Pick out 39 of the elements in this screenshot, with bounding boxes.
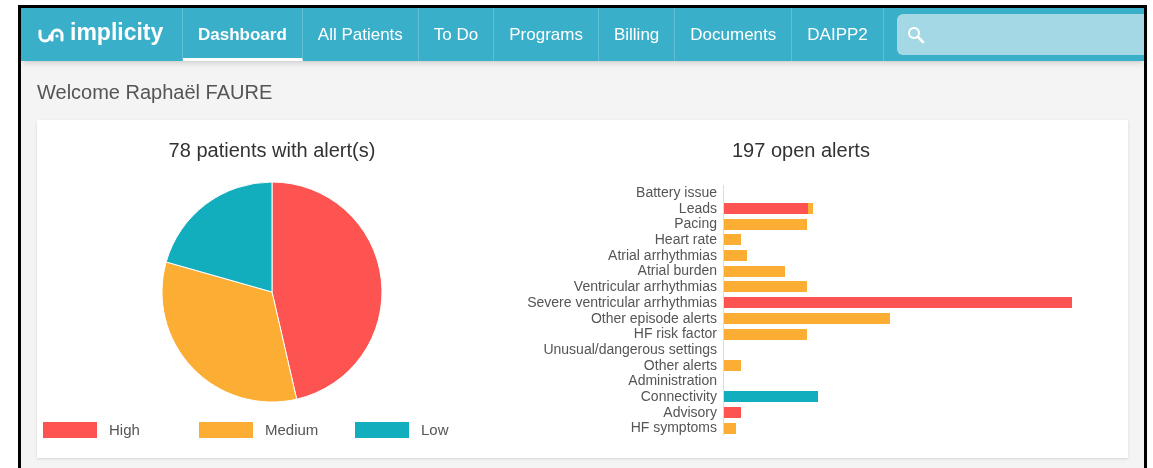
nav-tab[interactable]: Billing: [598, 8, 676, 61]
category-label: Severe ventricular arrhythmias: [527, 294, 717, 311]
nav-tab[interactable]: DAIPP2: [792, 8, 884, 61]
bar: [724, 250, 747, 262]
category-label: Administration: [628, 373, 717, 389]
category-label: Battery issue: [636, 185, 717, 201]
logo-text: implicity: [70, 21, 164, 47]
category-label: Heart rate: [654, 232, 717, 248]
legend-label: Low: [421, 420, 450, 440]
category-label: Pacing: [674, 216, 717, 233]
bar: [724, 234, 741, 246]
category-label: Connectivity: [640, 388, 717, 405]
bar: [724, 422, 736, 434]
nav-tab[interactable]: To Do: [418, 8, 495, 61]
bar: [724, 265, 785, 277]
category-label: HF symptoms: [630, 420, 717, 436]
search-icon: [906, 25, 925, 44]
nav-tab[interactable]: All Patients: [302, 8, 419, 61]
chart-title: 78 patients with alert(s): [168, 138, 376, 163]
category-label: Atrial arrhythmias: [608, 247, 717, 264]
nav-tab[interactable]: Programs: [494, 8, 599, 61]
category-label: Leads: [678, 200, 717, 217]
category-label: Unusual/dangerous settings: [543, 341, 717, 358]
chart-title: 197 open alerts: [732, 138, 871, 163]
legend-label: Medium: [265, 420, 320, 440]
nav-tab[interactable]: Documents: [675, 8, 793, 61]
bar: [724, 406, 741, 418]
category-label: Ventricular arrhythmias: [573, 279, 717, 295]
bar: [724, 359, 741, 371]
category-label: Other episode alerts: [590, 310, 717, 327]
legend-label: High: [109, 420, 141, 440]
nav-tab[interactable]: Dashboard: [183, 8, 303, 61]
category-label: Other alerts: [643, 357, 717, 374]
category-label: HF risk factor: [633, 326, 717, 342]
welcome-heading: Welcome Raphaël FAURE: [36, 80, 274, 105]
search-field[interactable]: [896, 14, 1144, 55]
logo-icon: [37, 26, 65, 43]
category-label: Advisory: [663, 404, 717, 421]
category-label: Atrial burden: [637, 263, 717, 280]
